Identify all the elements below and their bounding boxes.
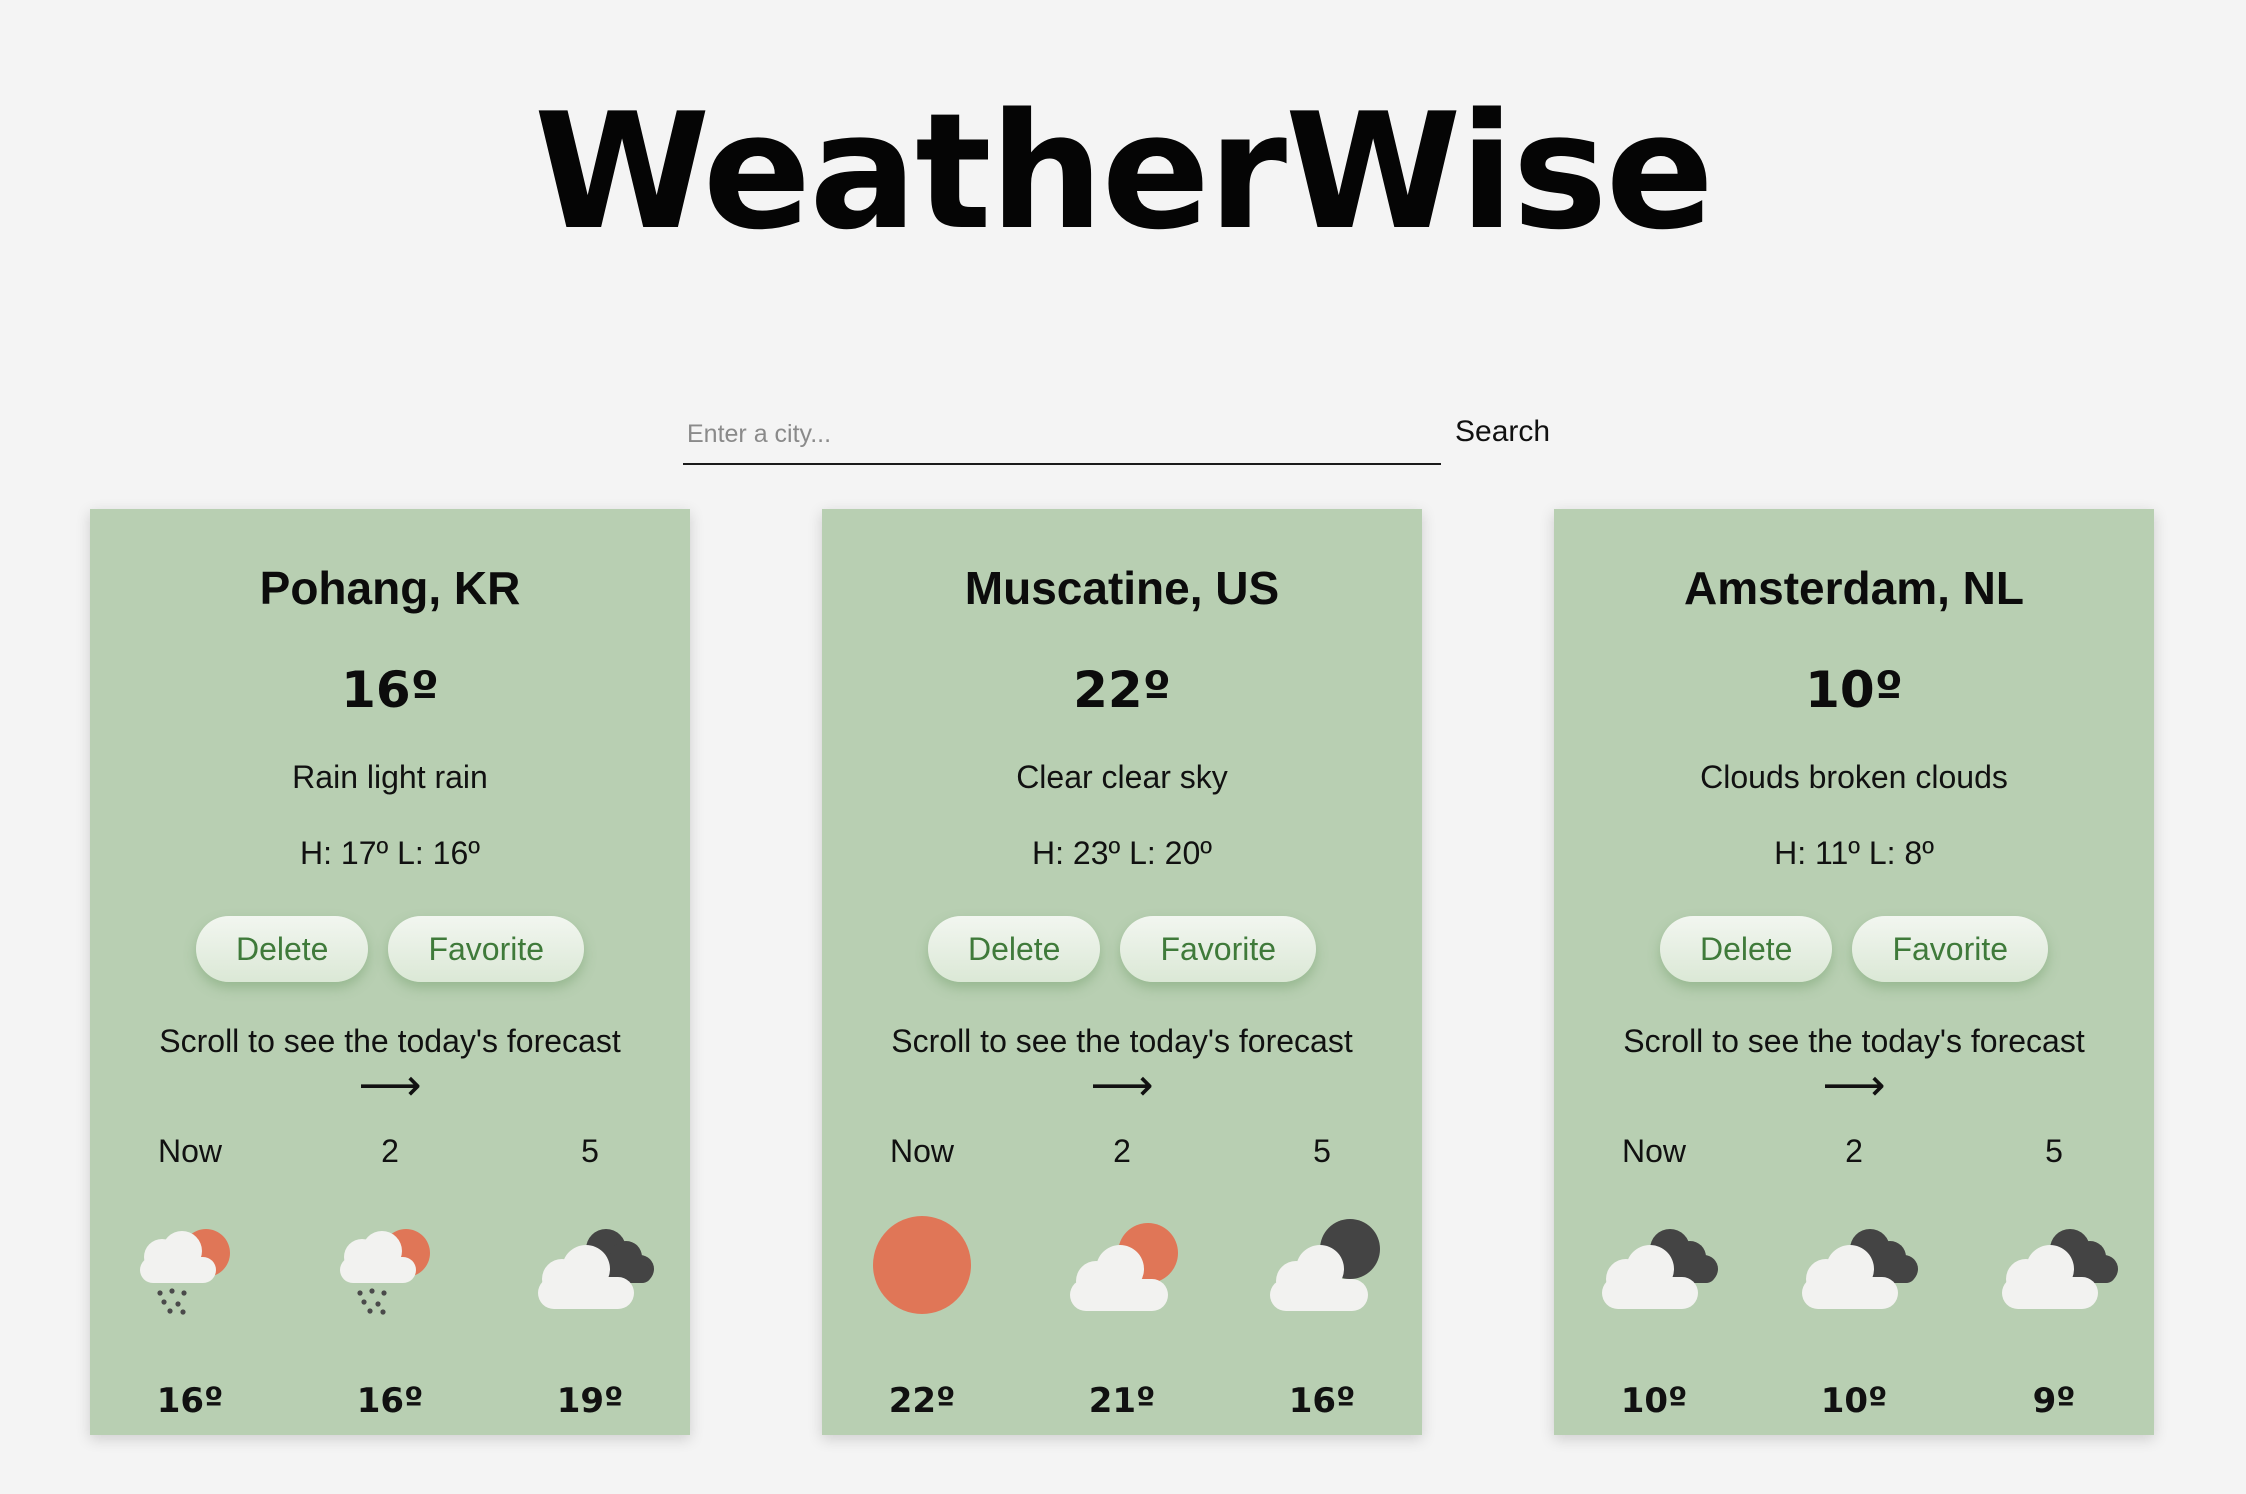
forecast-time: Now	[889, 1133, 954, 1169]
cloud-night-icon	[1802, 1229, 1918, 1309]
forecast-temperature: 10º	[1820, 1381, 1888, 1421]
cloud-night-icon	[538, 1229, 654, 1309]
search-button[interactable]: Search	[1455, 415, 1550, 449]
forecast-item: Now 16º	[120, 1133, 260, 1433]
rain-sun-icon	[340, 1229, 430, 1315]
forecast-temperature: 22º	[888, 1381, 956, 1421]
current-temperature: 22º	[1073, 661, 1171, 719]
forecast-temperature: 16º	[1288, 1381, 1356, 1421]
weather-card-amsterdam: Amsterdam, NL 10º Clouds broken clouds H…	[1554, 509, 2154, 1435]
forecast-time: Now	[1621, 1133, 1686, 1169]
weather-description: Clouds broken clouds	[1700, 759, 2008, 795]
forecast-temperature: 19º	[556, 1381, 624, 1421]
cloud-night-icon	[1602, 1229, 1718, 1309]
cloud-night-icon	[2002, 1229, 2118, 1309]
forecast-item: 5 19º	[520, 1133, 660, 1433]
forecast-time: 2	[1113, 1133, 1131, 1169]
forecast-item: 5 16º	[1252, 1133, 1392, 1433]
app-title: WeatherWise	[533, 78, 1714, 265]
forecast-scroll-hint: Scroll to see the today's forecast	[159, 1023, 621, 1059]
favorite-button[interactable]: Favorite	[1852, 916, 2049, 982]
delete-button[interactable]: Delete	[195, 916, 369, 982]
forecast-time: Now	[157, 1133, 222, 1169]
cloud-sun-icon	[1070, 1223, 1178, 1311]
forecast-time: 5	[581, 1133, 599, 1169]
card-actions: Delete Favorite	[822, 916, 1422, 982]
forecast-time: 5	[1313, 1133, 1331, 1169]
forecast-temperature: 10º	[1620, 1381, 1688, 1421]
forecast-temperature: 9º	[2032, 1381, 2076, 1421]
forecast-scroll-hint: Scroll to see the today's forecast	[891, 1023, 1353, 1059]
right-arrow-icon: ⟶	[1822, 1060, 1886, 1111]
forecast-temperature: 16º	[156, 1381, 224, 1421]
weather-description: Rain light rain	[292, 759, 488, 795]
search-bar: Search	[683, 405, 1555, 469]
forecast-time: 5	[2045, 1133, 2063, 1169]
high-low-temperature: H: 23º L: 20º	[1032, 835, 1212, 871]
city-name: Muscatine, US	[964, 562, 1280, 614]
forecast-item: 5 9º	[1984, 1133, 2124, 1433]
delete-button[interactable]: Delete	[927, 916, 1101, 982]
forecast-temperature: 16º	[356, 1381, 424, 1421]
weather-description: Clear clear sky	[1016, 759, 1228, 795]
city-name: Amsterdam, NL	[1684, 562, 2024, 614]
right-arrow-icon: ⟶	[1090, 1060, 1154, 1111]
high-low-temperature: H: 17º L: 16º	[300, 835, 480, 871]
card-actions: Delete Favorite	[1554, 916, 2154, 982]
forecast-time: 2	[381, 1133, 399, 1169]
current-temperature: 16º	[341, 661, 439, 719]
forecast-item: Now 10º	[1584, 1133, 1724, 1433]
high-low-temperature: H: 11º L: 8º	[1774, 835, 1934, 871]
current-temperature: 10º	[1805, 661, 1903, 719]
cloud-moon-icon	[1270, 1219, 1380, 1311]
card-actions: Delete Favorite	[90, 916, 690, 982]
favorite-button[interactable]: Favorite	[1120, 916, 1317, 982]
weather-card-pohang: Pohang, KR 16º Rain light rain H: 17º L:…	[90, 509, 690, 1435]
right-arrow-icon: ⟶	[358, 1060, 422, 1111]
weather-card-muscatine: Muscatine, US 22º Clear clear sky H: 23º…	[822, 509, 1422, 1435]
city-name: Pohang, KR	[259, 562, 521, 614]
forecast-time: 2	[1845, 1133, 1863, 1169]
favorite-button[interactable]: Favorite	[388, 916, 585, 982]
rain-sun-icon	[140, 1229, 230, 1315]
forecast-temperature: 21º	[1088, 1381, 1156, 1421]
city-search-input[interactable]	[683, 405, 1441, 465]
sun-icon	[873, 1216, 971, 1314]
delete-button[interactable]: Delete	[1659, 916, 1833, 982]
forecast-item: 2 21º	[1052, 1133, 1192, 1433]
forecast-item: 2 16º	[320, 1133, 460, 1433]
forecast-item: Now 22º	[852, 1133, 992, 1433]
forecast-scroll-hint: Scroll to see the today's forecast	[1623, 1023, 2085, 1059]
forecast-item: 2 10º	[1784, 1133, 1924, 1433]
